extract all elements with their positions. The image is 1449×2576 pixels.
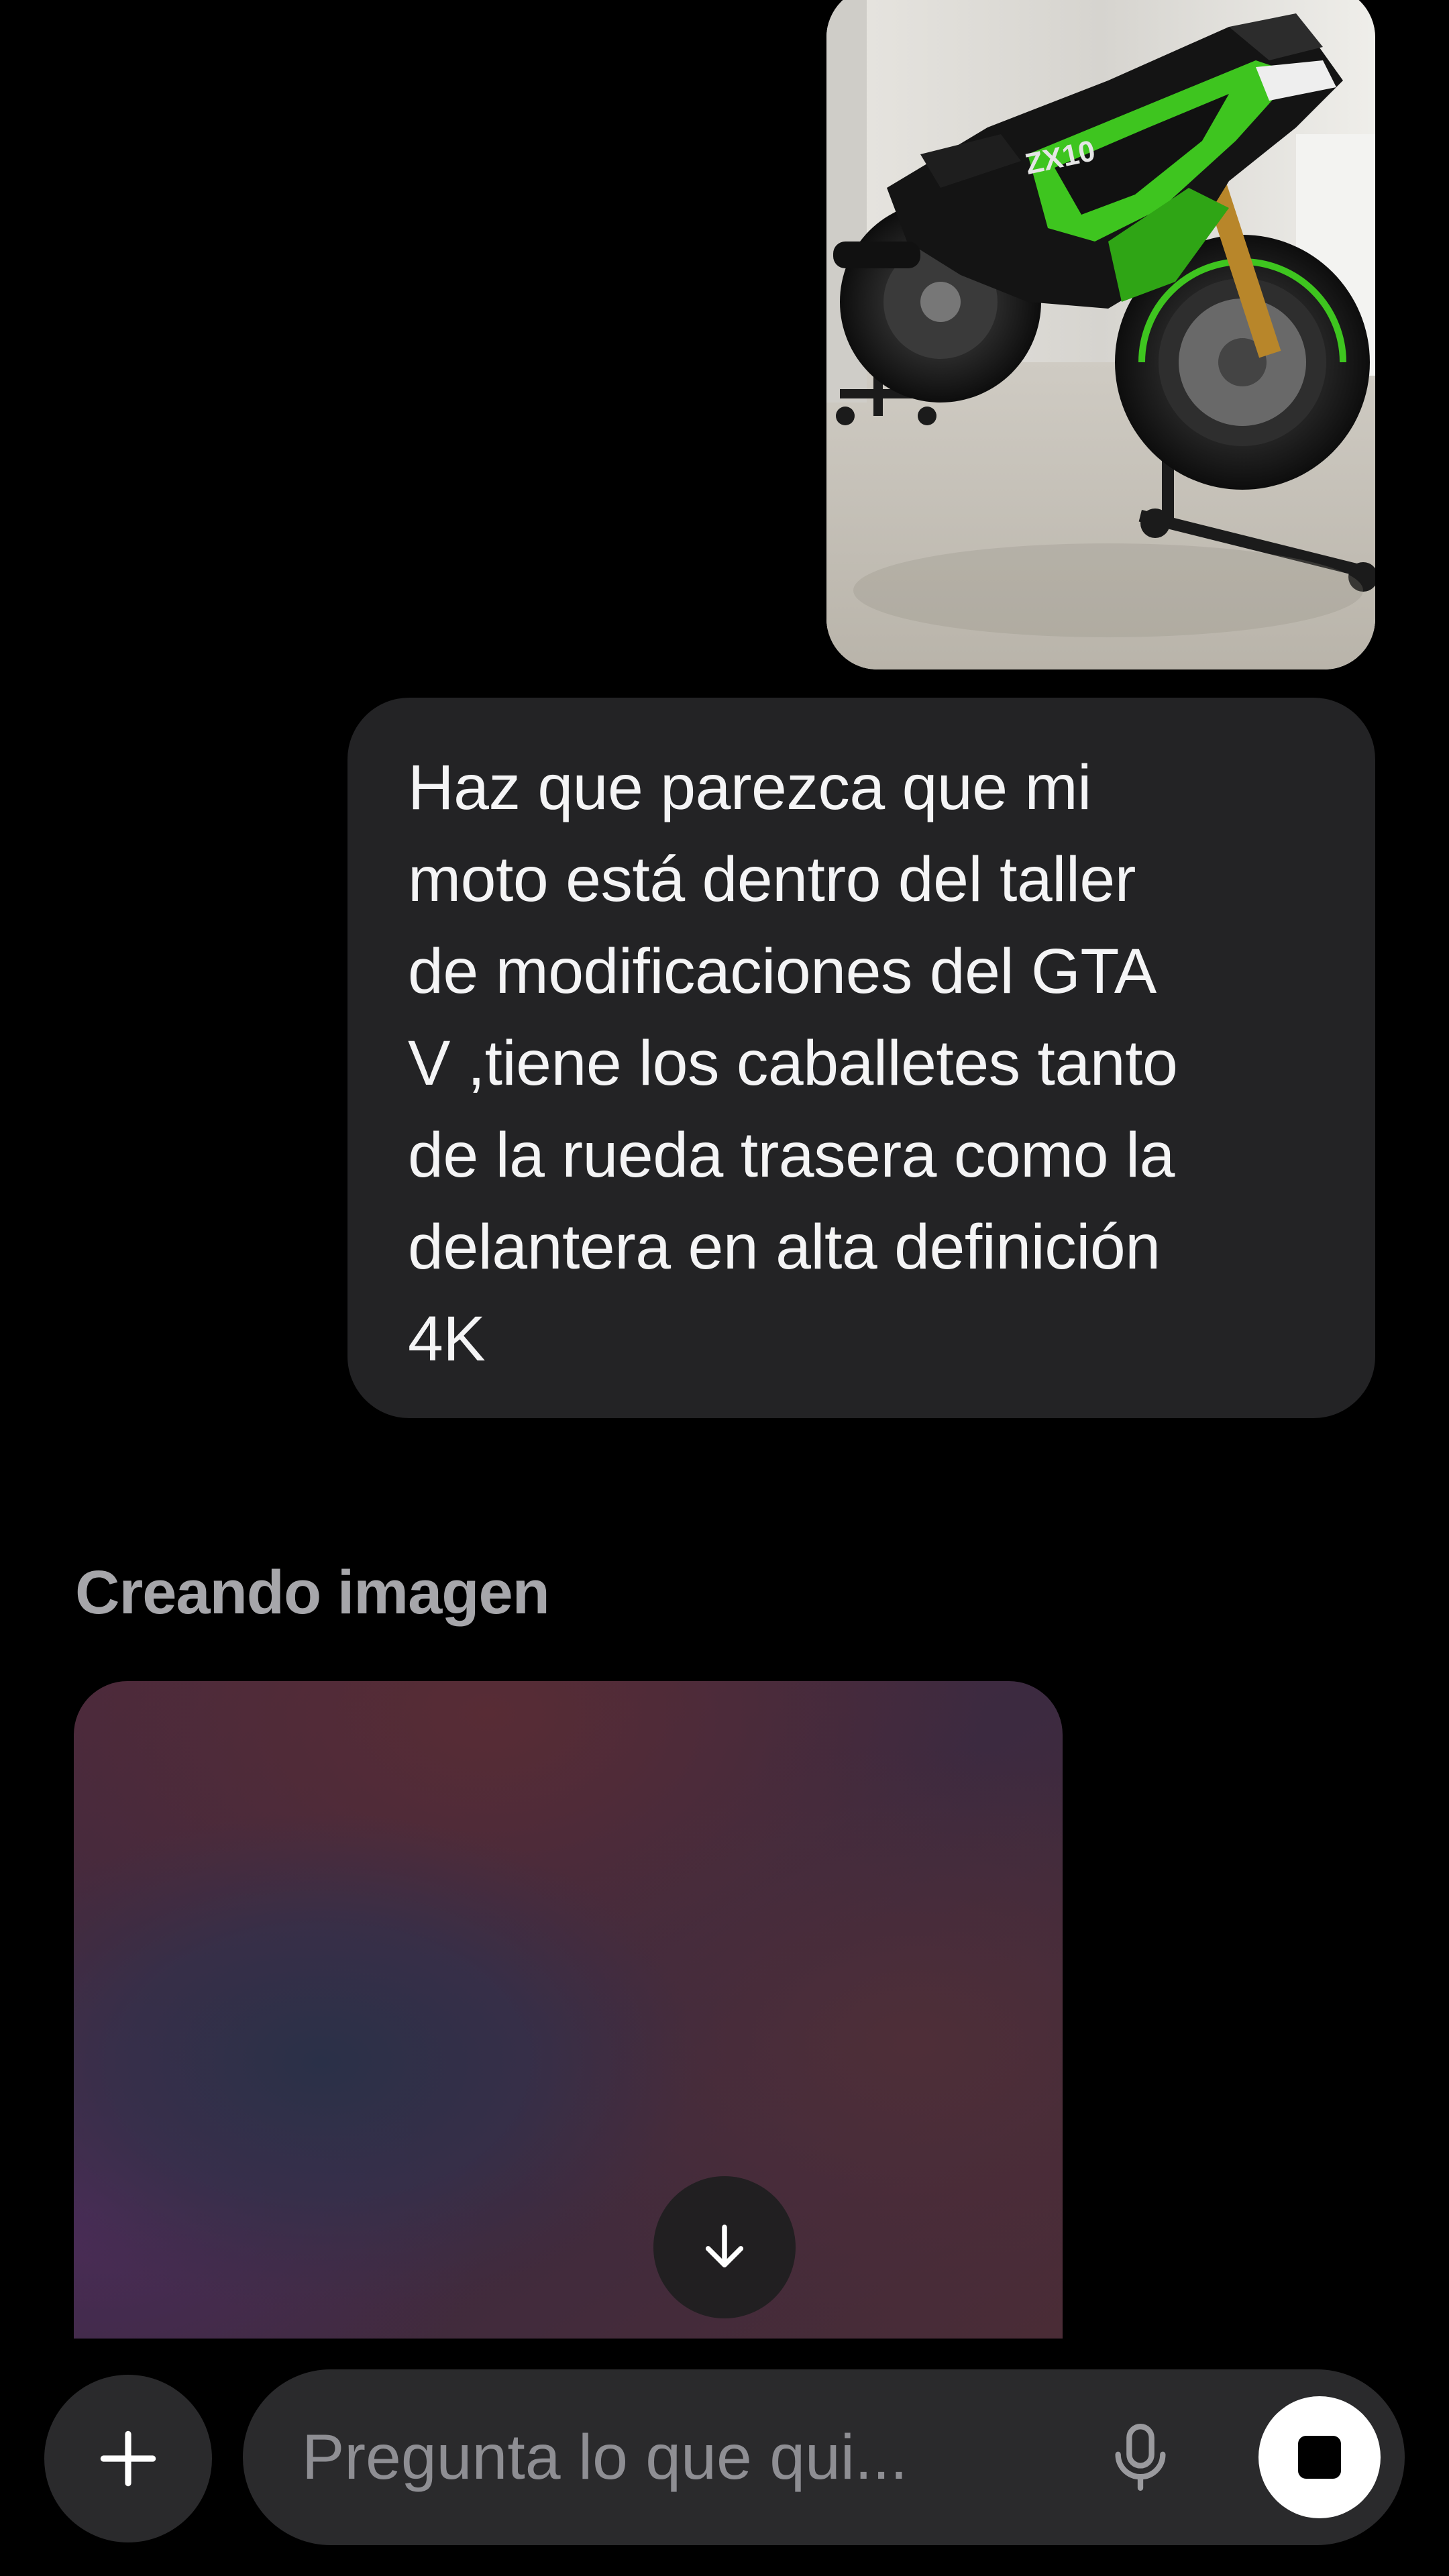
prompt-input[interactable] bbox=[302, 2369, 1026, 2545]
generating-image-placeholder bbox=[74, 1681, 1063, 2339]
microphone-button[interactable] bbox=[1095, 2412, 1186, 2503]
arrow-down-icon bbox=[705, 2224, 744, 2267]
microphone-icon bbox=[1115, 2424, 1166, 2491]
motorcycle-photo: ZX10 bbox=[826, 0, 1375, 669]
scroll-to-bottom-button[interactable] bbox=[653, 2176, 796, 2318]
gradient-preview bbox=[74, 1681, 1063, 2339]
user-attached-image[interactable]: ZX10 bbox=[826, 0, 1375, 669]
user-message-text: Haz que parezca que mi moto está dentro … bbox=[408, 752, 1178, 1375]
stop-icon bbox=[1298, 2436, 1341, 2479]
message-composer bbox=[243, 2369, 1405, 2545]
user-message-bubble: Haz que parezca que mi moto está dentro … bbox=[347, 698, 1375, 1418]
assistant-status-label: Creando imagen bbox=[75, 1558, 550, 1627]
add-attachment-button[interactable] bbox=[44, 2375, 212, 2542]
plus-icon bbox=[100, 2430, 156, 2487]
stop-generation-button[interactable] bbox=[1258, 2396, 1381, 2518]
